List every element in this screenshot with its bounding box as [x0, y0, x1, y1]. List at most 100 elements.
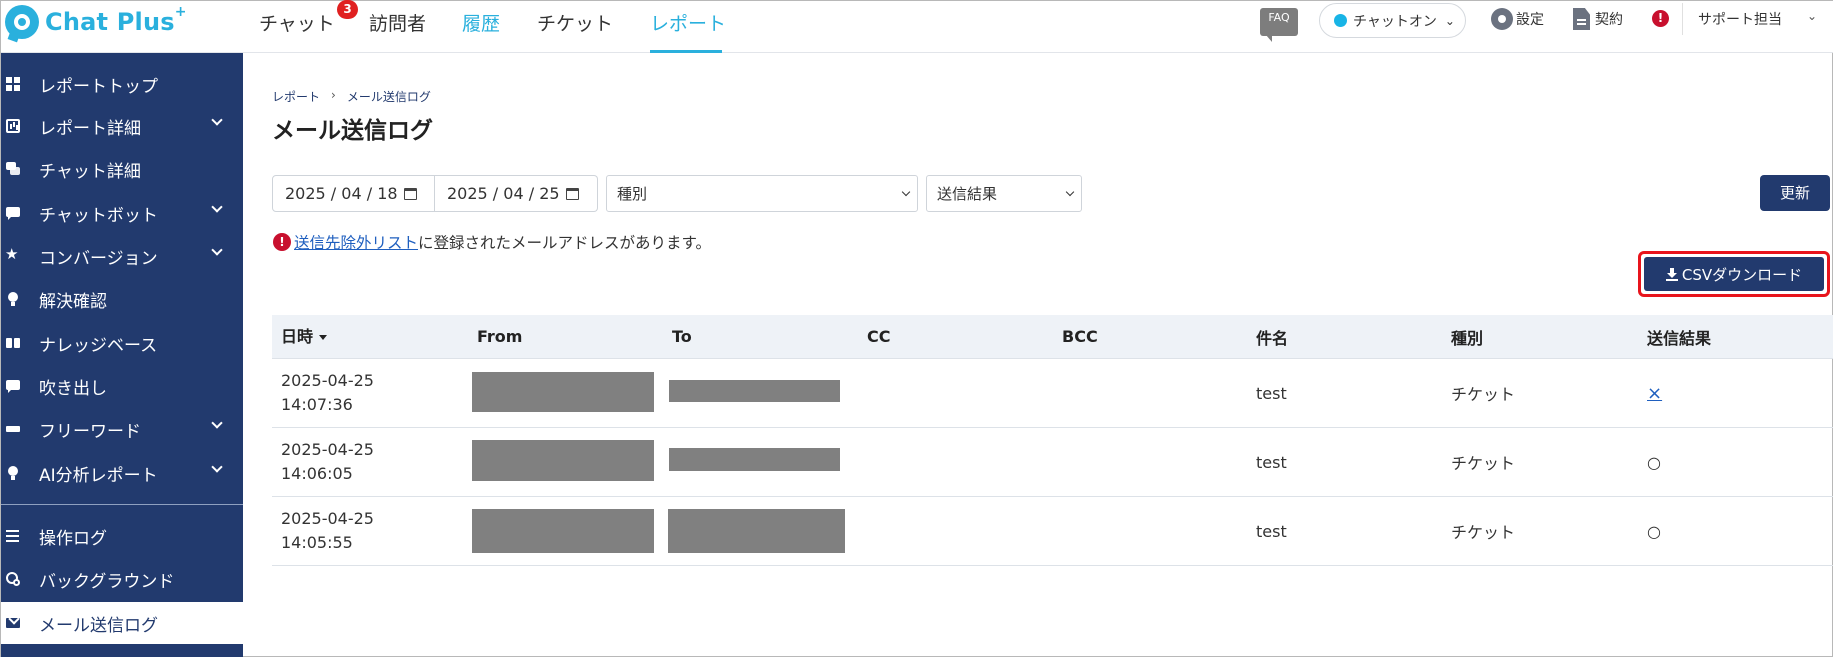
redacted-to	[669, 448, 840, 471]
mail-log-table: 日時 From To CC BCC 件名 種別 送信結果 2025-04-25 1…	[272, 315, 1833, 566]
document-icon	[1573, 8, 1590, 30]
nav-chat[interactable]: チャット 3	[259, 0, 369, 53]
row-type: チケット	[1451, 454, 1516, 473]
logo[interactable]: Chat Plus+	[5, 3, 187, 43]
redacted-to	[669, 380, 840, 402]
sidebar-item-operation-log[interactable]: 操作ログ	[1, 515, 243, 557]
chevron-down-icon	[1065, 187, 1075, 197]
chevron-down-icon	[211, 417, 223, 429]
calendar-icon[interactable]	[565, 187, 579, 200]
main-content: レポート › メール送信ログ メール送信ログ 2025 / 04 / 18 20…	[243, 53, 1833, 657]
breadcrumb-separator: ›	[331, 88, 336, 102]
exclusion-notice: ! 送信先除外リスト に登録されたメールアドレスがあります。	[273, 231, 711, 253]
redacted-from	[472, 440, 654, 481]
notice-text: に登録されたメールアドレスがあります。	[418, 234, 711, 252]
logo-text: Chat Plus+	[45, 4, 187, 36]
settings-link[interactable]: 設定	[1491, 8, 1544, 30]
sidebar-item-mail-log[interactable]: メール送信ログ	[1, 602, 243, 644]
row-result-success: ○	[1647, 521, 1661, 541]
lightbulb-icon	[6, 466, 20, 480]
sidebar-item-background[interactable]: バックグラウンド	[1, 558, 243, 600]
sidebar-item-report-top[interactable]: レポートトップ	[1, 63, 243, 105]
book-icon	[6, 336, 20, 350]
row-datetime: 2025-04-25 14:07:36	[281, 371, 374, 414]
header-bcc: BCC	[1062, 327, 1098, 346]
tag-icon	[6, 422, 20, 436]
sidebar-item-report-detail[interactable]: レポート詳細	[1, 105, 243, 147]
chevron-down-icon	[211, 201, 223, 213]
sort-down-icon	[319, 334, 328, 340]
page-title: メール送信ログ	[272, 118, 433, 144]
chat-bubble-icon	[6, 206, 20, 220]
faq-icon[interactable]: FAQ	[1260, 8, 1298, 42]
chart-icon	[6, 119, 20, 133]
row-type: チケット	[1451, 385, 1516, 404]
sidebar-item-chat-detail[interactable]: チャット詳細	[1, 148, 243, 190]
main-nav: チャット 3 訪問者 履歴 チケット レポート	[259, 0, 740, 53]
alert-icon: !	[273, 233, 291, 251]
row-type: チケット	[1451, 523, 1516, 542]
row-result-success: ○	[1647, 452, 1661, 472]
result-select[interactable]: 送信結果	[926, 175, 1082, 212]
chevron-down-icon[interactable]: ⌄	[1807, 9, 1817, 23]
sidebar: レポートトップ レポート詳細 チャット詳細 チャットボット コンバージョン 解決…	[1, 53, 243, 657]
chevron-down-icon	[211, 244, 223, 256]
breadcrumb-report-link[interactable]: レポート	[272, 88, 320, 105]
sidebar-item-conversion[interactable]: コンバージョン	[1, 235, 243, 277]
exclusion-list-link[interactable]: 送信先除外リスト	[294, 231, 418, 253]
row-subject: test	[1256, 521, 1287, 541]
lightbulb-icon	[6, 292, 20, 306]
gears-icon	[6, 572, 20, 586]
nav-tickets[interactable]: チケット	[537, 1, 650, 53]
csv-download-button[interactable]: CSVダウンロード	[1644, 257, 1824, 291]
csv-download-highlight: CSVダウンロード	[1638, 251, 1830, 297]
chevron-down-icon	[901, 187, 911, 197]
download-icon	[1665, 267, 1678, 281]
sidebar-divider	[1, 504, 243, 505]
sidebar-item-ai-report[interactable]: AI分析レポート	[1, 452, 243, 494]
chat-status-label: チャットオン	[1353, 13, 1437, 30]
sidebar-item-resolution[interactable]: 解決確認	[1, 278, 243, 320]
header-datetime[interactable]: 日時	[281, 325, 328, 349]
calendar-icon[interactable]	[403, 187, 417, 200]
nav-reports[interactable]: レポート	[650, 1, 740, 53]
redacted-from	[472, 372, 654, 412]
list-icon	[6, 529, 20, 543]
table-row: 2025-04-25 14:06:05 test チケット ○	[272, 428, 1833, 497]
type-select[interactable]: 種別	[606, 175, 918, 212]
chatplus-logo-icon	[5, 5, 39, 43]
breadcrumb-current: メール送信ログ	[346, 90, 431, 104]
user-menu[interactable]: サポート担当	[1698, 9, 1782, 29]
star-icon	[5, 245, 20, 263]
sidebar-footer	[1, 644, 243, 657]
status-online-icon	[1334, 14, 1347, 27]
filter-bar: 2025 / 04 / 18 2025 / 04 / 25 種別 送信結果	[272, 175, 1082, 212]
sidebar-item-free-word[interactable]: フリーワード	[1, 408, 243, 450]
sidebar-item-speech-bubble[interactable]: 吹き出し	[1, 365, 243, 407]
sidebar-item-knowledge-base[interactable]: ナレッジベース	[1, 322, 243, 364]
row-datetime: 2025-04-25 14:05:55	[281, 509, 374, 552]
chevron-down-icon: ⌄	[1444, 13, 1455, 28]
row-subject: test	[1256, 452, 1287, 472]
sidebar-item-chatbot[interactable]: チャットボット	[1, 192, 243, 234]
alert-icon[interactable]: !	[1652, 10, 1669, 27]
header-from: From	[477, 327, 523, 346]
date-from-field[interactable]: 2025 / 04 / 18	[272, 175, 435, 212]
nav-history[interactable]: 履歴	[462, 1, 537, 53]
chat-status-dropdown[interactable]: チャットオン ⌄	[1319, 3, 1466, 38]
contract-link[interactable]: 契約	[1573, 8, 1623, 30]
header-result: 送信結果	[1647, 328, 1712, 348]
breadcrumb: レポート › メール送信ログ	[272, 88, 431, 105]
header-subject: 件名	[1256, 328, 1289, 348]
divider	[1682, 3, 1683, 35]
refresh-button[interactable]: 更新	[1760, 175, 1830, 211]
speech-icon	[6, 379, 20, 393]
header-cc: CC	[867, 327, 891, 346]
chevron-down-icon	[211, 461, 223, 473]
table-row: 2025-04-25 14:07:36 test チケット ×	[272, 359, 1833, 428]
date-to-field[interactable]: 2025 / 04 / 25	[435, 175, 598, 212]
redacted-to	[668, 509, 845, 553]
nav-visitors[interactable]: 訪問者	[369, 1, 462, 53]
row-result-failed[interactable]: ×	[1647, 383, 1662, 404]
redacted-from	[472, 509, 654, 553]
